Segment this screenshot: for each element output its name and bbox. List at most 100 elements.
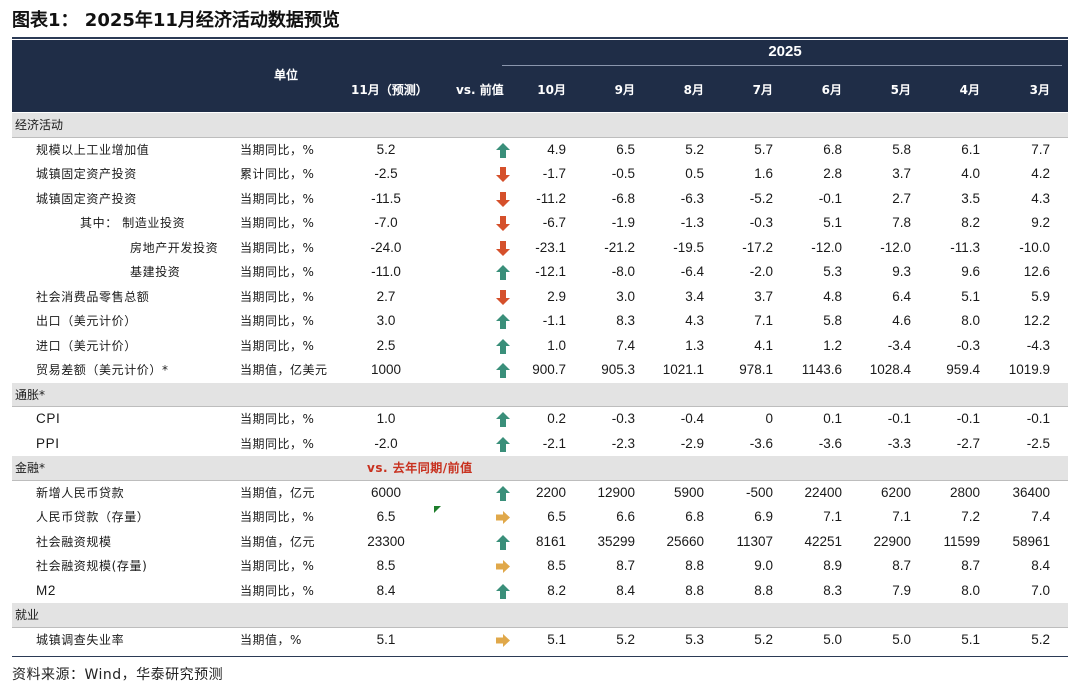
month-value: 5.2 bbox=[754, 631, 773, 647]
section-title: 金融* bbox=[15, 461, 46, 475]
month-value: 5.7 bbox=[754, 141, 773, 157]
row-unit: 当期同比，% bbox=[240, 436, 315, 451]
month-value: 6.8 bbox=[823, 141, 842, 157]
month-header: 8月 bbox=[683, 83, 704, 97]
month-value: -12.1 bbox=[535, 264, 566, 279]
section-header: 通胀* bbox=[12, 382, 1068, 407]
month-value: 0.1 bbox=[823, 411, 842, 426]
row-label: 人民币贷款（存量） bbox=[36, 510, 150, 524]
month-value: 5.2 bbox=[1031, 631, 1050, 647]
month-value: 5.8 bbox=[823, 313, 842, 328]
month-value: -23.1 bbox=[535, 239, 566, 255]
month-value: 8.8 bbox=[685, 558, 704, 573]
forecast-value: 2.7 bbox=[376, 288, 396, 304]
month-value: 8.0 bbox=[961, 313, 980, 328]
month-value: -0.3 bbox=[956, 337, 980, 353]
month-value: 8.0 bbox=[961, 582, 980, 598]
month-value: 9.3 bbox=[892, 264, 911, 279]
month-value: 6200 bbox=[880, 484, 911, 500]
month-value: 22400 bbox=[804, 484, 842, 500]
row-unit: 当期值，% bbox=[240, 632, 302, 647]
month-value: -2.0 bbox=[749, 264, 773, 279]
month-value: 1143.6 bbox=[801, 362, 842, 377]
row-unit: 当期同比，% bbox=[240, 559, 315, 573]
row-label: 基建投资 bbox=[130, 265, 181, 279]
month-value: -6.3 bbox=[680, 190, 704, 206]
month-value: 22900 bbox=[873, 533, 911, 549]
forecast-value: 1.0 bbox=[376, 411, 396, 426]
month-header: 5月 bbox=[890, 83, 911, 97]
row-label: 新增人民币贷款 bbox=[36, 485, 125, 500]
month-value: -10.0 bbox=[1019, 239, 1050, 255]
bottom-rule bbox=[12, 656, 1068, 657]
month-value: -12.0 bbox=[880, 239, 911, 255]
month-value: 905.3 bbox=[601, 362, 635, 377]
month-value: 58961 bbox=[1012, 533, 1050, 549]
month-value: -1.9 bbox=[611, 215, 635, 230]
month-value: 0.5 bbox=[685, 166, 704, 181]
table-row: 城镇调查失业率 当期值，% 5.1 5.1 5.2 5.3 5.2 5.0 5.0 5.1 5.2 bbox=[12, 628, 1068, 653]
month-value: -3.6 bbox=[749, 435, 773, 451]
row-unit: 当期同比，% bbox=[240, 191, 315, 206]
month-value: 6.5 bbox=[616, 141, 635, 157]
table-row: 社会融资规模(存量) 当期同比，% 8.5 8.5 8.7 8.8 9.0 8.9 8.7 8.7… bbox=[12, 554, 1068, 579]
month-value: 7.1 bbox=[823, 509, 842, 524]
month-value: 1.3 bbox=[685, 337, 704, 353]
table-row: PPI 当期同比，% -2.0 -2.1 -2.3 -2.9 -3.6 -3.6 -3.3 -2.… bbox=[12, 432, 1068, 457]
month-value: 8.7 bbox=[961, 558, 980, 573]
forecast-value: -24.0 bbox=[370, 239, 402, 255]
month-value: 12.2 bbox=[1023, 313, 1050, 328]
month-value: 6.8 bbox=[685, 509, 704, 524]
month-value: 8.7 bbox=[892, 558, 911, 573]
forecast-value: 8.4 bbox=[376, 582, 396, 598]
row-unit: 当期同比，% bbox=[240, 583, 315, 598]
month-value: 9.0 bbox=[754, 558, 773, 573]
comment-marker bbox=[434, 506, 441, 513]
month-value: -0.1 bbox=[1026, 411, 1050, 426]
month-value: -12.0 bbox=[811, 239, 842, 255]
month-value: 4.1 bbox=[754, 337, 773, 353]
month-value: 4.3 bbox=[1031, 190, 1050, 206]
row-unit: 当期同比，% bbox=[240, 289, 315, 304]
month-value: 11307 bbox=[736, 533, 773, 549]
month-value: 3.7 bbox=[754, 288, 773, 304]
month-value: 1021.1 bbox=[662, 362, 704, 377]
table-row: 基建投资 当期同比，% -11.0 -12.1 -8.0 -6.4 -2.0 5.3 9.3 9.… bbox=[12, 260, 1068, 285]
month-value: 8.3 bbox=[616, 313, 635, 328]
row-label: 进口（美元计价） bbox=[36, 338, 137, 353]
month-value: -8.0 bbox=[611, 264, 635, 279]
month-value: -17.2 bbox=[742, 239, 773, 255]
month-value: 5.8 bbox=[892, 141, 911, 157]
month-value: -2.1 bbox=[542, 435, 566, 451]
month-value: 4.0 bbox=[961, 166, 980, 181]
forecast-value: -11.5 bbox=[371, 190, 401, 206]
section-title: 通胀* bbox=[15, 387, 46, 402]
month-value: 35299 bbox=[597, 533, 635, 549]
month-value: 6.6 bbox=[616, 509, 635, 524]
month-value: 0 bbox=[765, 411, 773, 426]
month-value: -500 bbox=[745, 484, 773, 500]
month-value: 4.9 bbox=[547, 141, 566, 157]
table-row: 房地产开发投资 当期同比，% -24.0 -23.1 -21.2 -19.5 -17.2 -1… bbox=[12, 236, 1068, 261]
month-value: 5.1 bbox=[823, 215, 842, 230]
unit-header: 单位 bbox=[274, 68, 299, 82]
month-value: -1.3 bbox=[680, 215, 704, 230]
month-value: -6.4 bbox=[680, 264, 704, 279]
month-value: 4.3 bbox=[685, 313, 704, 328]
month-value: 8.2 bbox=[961, 215, 980, 230]
forecast-value: 6.5 bbox=[376, 509, 396, 524]
month-value: 1028.4 bbox=[869, 362, 911, 377]
month-value: 9.2 bbox=[1031, 215, 1050, 230]
month-value: 2.9 bbox=[547, 288, 566, 304]
month-value: -3.3 bbox=[887, 435, 911, 451]
month-value: 978.1 bbox=[739, 362, 773, 377]
table-row: 城镇固定资产投资 当期同比，% -11.5 -11.2 -6.8 -6.3 -5.2 -0.1… bbox=[12, 187, 1068, 212]
row-unit: 当期同比，% bbox=[240, 412, 315, 426]
table-row: 进口（美元计价） 当期同比，% 2.5 1.0 7.4 1.3 4.1 1.2 -3.4 -0.3… bbox=[12, 334, 1068, 359]
year-header: 2025 bbox=[768, 43, 802, 60]
month-value: 3.5 bbox=[961, 190, 980, 206]
month-value: -0.5 bbox=[611, 166, 635, 181]
section-title: 经济活动 bbox=[15, 118, 64, 132]
forecast-header: 11月（预测） bbox=[351, 83, 428, 97]
table-row: M2 当期同比，% 8.4 8.2 8.4 8.8 8.8 8.3 7.9 8.0 7.0 bbox=[12, 579, 1068, 604]
